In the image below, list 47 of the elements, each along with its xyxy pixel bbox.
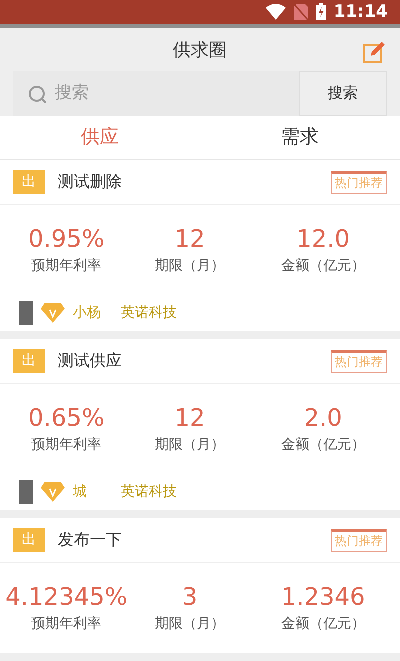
listing-card[interactable]: 出 测试删除 热门推荐 0.95% 预期年利率 12 期限（月） 12.0 金额（亿元） 小杨 英诺科技: [0, 160, 400, 332]
stat-label: 期限（月）: [154, 436, 225, 454]
user-name: 城: [73, 483, 88, 502]
wifi-icon: [266, 4, 286, 20]
edit-icon[interactable]: [362, 40, 386, 65]
listing-title: 发布一下: [58, 530, 123, 551]
battery-icon: [316, 3, 326, 20]
listing-card[interactable]: 出 测试供应 热门推荐 0.65% 预期年利率 12 期限（月） 2.0 金额（亿元） 城 英诺科技: [0, 339, 400, 510]
diamond-icon: [41, 303, 65, 324]
search-field[interactable]: 搜索: [13, 71, 299, 116]
stat-label: 期限（月）: [154, 257, 225, 276]
listing-title: 测试供应: [58, 350, 123, 372]
stat-value: 12: [174, 225, 206, 254]
stat-label: 预期年利率: [32, 615, 102, 634]
stat-value: 1.2346: [281, 583, 366, 612]
page-title: 供求圈: [173, 38, 227, 62]
stat-value: 2.0: [304, 404, 342, 432]
listing-card[interactable]: 出 发布一下 热门推荐 4.12345% 预期年利率 3 期限（月） 1.2346 金额（亿元）: [0, 518, 400, 654]
search-icon: [29, 86, 49, 106]
search-button[interactable]: 搜索: [299, 71, 387, 116]
photo-placeholder: [19, 480, 33, 504]
photo-placeholder: [19, 301, 33, 326]
hot-tag: 热门推荐: [331, 528, 387, 552]
type-badge: 出: [13, 528, 45, 552]
stat-value: 3: [182, 583, 198, 612]
company-name: 英诺科技: [121, 483, 177, 502]
status-time: 11:14: [334, 2, 388, 22]
stat-label: 金额（亿元）: [281, 436, 366, 454]
stat-label: 预期年利率: [32, 257, 102, 276]
type-badge: 出: [13, 170, 45, 194]
stat-label: 期限（月）: [154, 615, 225, 634]
stat-label: 金额（亿元）: [281, 257, 366, 276]
stat-label: 金额（亿元）: [281, 615, 366, 634]
stat-value: 4.12345%: [6, 583, 128, 612]
user-name: 小杨: [73, 304, 102, 322]
company-name: 英诺科技: [121, 304, 177, 322]
stat-value: 12: [174, 404, 206, 432]
stat-value: 0.95%: [28, 225, 105, 254]
hot-tag: 热门推荐: [331, 170, 387, 194]
hot-tag: 热门推荐: [331, 350, 387, 373]
stat-label: 预期年利率: [32, 436, 102, 454]
stat-value: 12.0: [296, 225, 350, 254]
stat-value: 0.65%: [28, 404, 105, 432]
listing-title: 测试删除: [58, 172, 123, 193]
diamond-icon: [41, 482, 65, 502]
no-sim-icon: [294, 4, 308, 20]
type-badge: 出: [13, 349, 45, 374]
